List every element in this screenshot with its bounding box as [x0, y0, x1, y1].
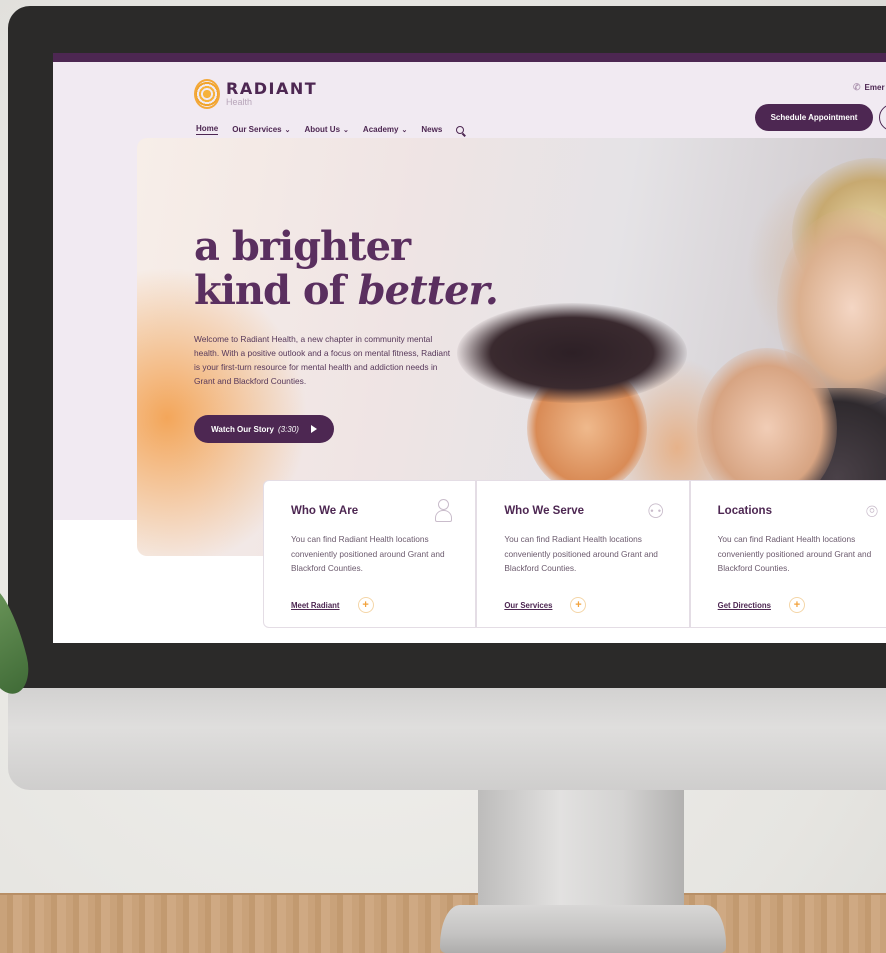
chevron-down-icon: ⌄: [343, 126, 349, 134]
chevron-down-icon: ⌄: [284, 126, 291, 134]
card-link-meet-radiant[interactable]: Meet Radiant +: [291, 597, 374, 613]
logo-name: RADIANT: [226, 79, 318, 98]
person-icon: [435, 499, 453, 523]
hero-side-tint: [53, 180, 137, 520]
card-who-we-are: Who We Are You can find Radiant Health l…: [263, 480, 477, 628]
card-link-get-directions[interactable]: Get Directions +: [718, 597, 805, 613]
card-text: You can find Radiant Health locations co…: [504, 534, 658, 573]
card-locations: ⌾ Locations You can find Radiant Health …: [689, 480, 886, 628]
website-screen: RADIANT Health Home Our Services ⌄ About …: [53, 53, 886, 643]
card-link-our-services[interactable]: Our Services +: [504, 597, 587, 613]
chevron-down-icon: ⌄: [401, 126, 408, 134]
people-icon: ⚇: [646, 499, 665, 523]
hero-intro-text: Welcome to Radiant Health, a new chapter…: [194, 334, 451, 386]
monitor-stand-base: [440, 905, 726, 953]
monitor-stand-neck: [478, 788, 684, 918]
schedule-appointment-button[interactable]: Schedule Appointment: [755, 104, 873, 131]
secondary-header-button[interactable]: [879, 104, 886, 131]
top-accent-bar: [53, 53, 886, 62]
phone-icon: ✆: [853, 82, 861, 92]
card-title: Locations: [717, 505, 772, 517]
play-icon: [310, 425, 317, 433]
hero-headline: a brighter kind of better.: [194, 223, 499, 314]
logo-subtitle: Health: [226, 97, 253, 107]
card-text: You can find Radiant Health locations co…: [291, 534, 445, 573]
map-pin-icon: ⌾: [865, 499, 878, 523]
nav-item-our-services[interactable]: Our Services ⌄: [232, 125, 290, 134]
plus-icon[interactable]: +: [357, 597, 374, 613]
info-cards: Who We Are You can find Radiant Health l…: [263, 480, 886, 628]
search-icon[interactable]: [456, 125, 465, 134]
watch-our-story-button[interactable]: Watch Our Story (3:30): [194, 415, 334, 443]
nav-item-news[interactable]: News: [421, 125, 442, 134]
card-who-we-serve: ⚇ Who We Serve You can find Radiant Heal…: [476, 480, 690, 628]
nav-item-academy[interactable]: Academy ⌄: [363, 125, 407, 134]
nav-item-home[interactable]: Home: [196, 124, 219, 135]
radiant-logo-mark-icon: [194, 79, 220, 109]
card-text: You can find Radiant Health locations co…: [717, 534, 872, 573]
plus-icon[interactable]: +: [570, 597, 587, 613]
emergency-link[interactable]: ✆ Emer: [853, 82, 885, 93]
main-nav: Home Our Services ⌄ About Us ⌄ Academy ⌄ Ne…: [196, 124, 465, 135]
radiant-logo[interactable]: RADIANT Health: [194, 79, 317, 109]
monitor-chin: [8, 686, 886, 790]
plus-icon[interactable]: +: [788, 597, 805, 613]
nav-item-about-us[interactable]: About Us ⌄: [304, 125, 348, 134]
